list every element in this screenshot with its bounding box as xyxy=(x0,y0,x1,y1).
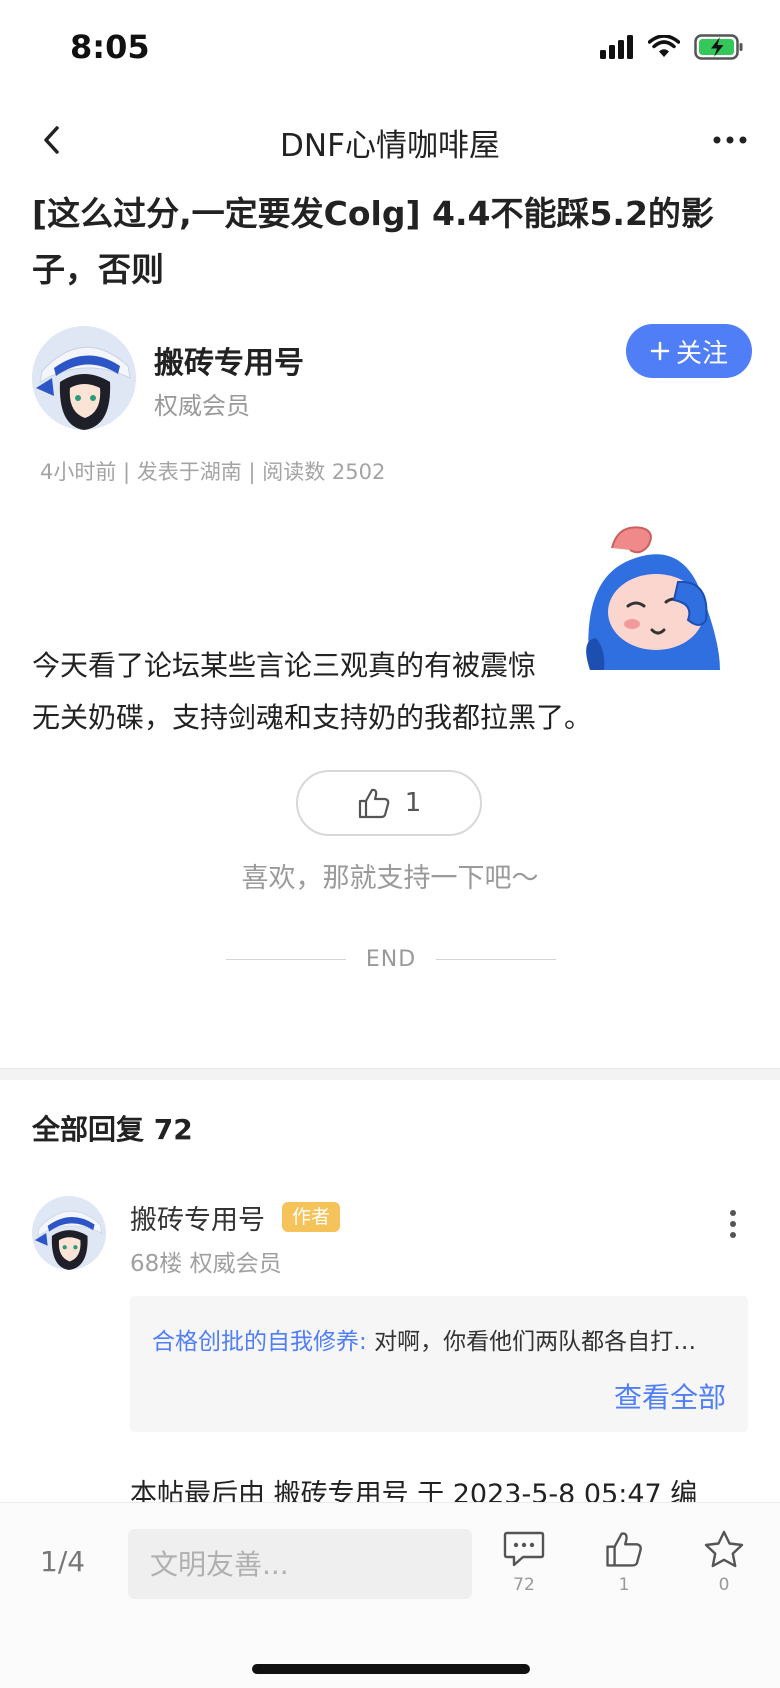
page-title: DNF心情咖啡屋 xyxy=(280,128,500,164)
post-body-line-2: 无关奶碟，支持剑魂和支持奶的我都拉黑了。 xyxy=(32,701,593,734)
quote-user[interactable]: 合格创批的自我修养: xyxy=(152,1329,367,1355)
battery-charging-icon xyxy=(694,34,743,60)
bottom-toolbar: 1/4 72 1 0 xyxy=(0,1502,780,1688)
avatar-illustration xyxy=(32,1196,106,1270)
reply-meta: 68楼 权威会员 xyxy=(130,1251,282,1277)
author-role: 权威会员 xyxy=(154,392,250,420)
wifi-icon xyxy=(648,35,680,57)
author-badge: 作者 xyxy=(282,1202,341,1232)
star-icon xyxy=(704,1530,744,1568)
reply-more-dot xyxy=(730,1221,736,1227)
avatar-illustration xyxy=(32,326,136,430)
comments-count: 72 xyxy=(513,1575,535,1595)
like-count: 1 xyxy=(404,788,422,818)
like-button[interactable]: 1 xyxy=(296,770,482,836)
comment-input[interactable] xyxy=(128,1529,472,1599)
comments-button[interactable]: 72 xyxy=(494,1529,554,1595)
end-divider-right xyxy=(436,958,556,960)
view-all-link[interactable]: 查看全部 xyxy=(614,1376,726,1416)
reply-more-dot xyxy=(730,1210,736,1216)
end-label: END xyxy=(365,946,417,972)
end-marker: END xyxy=(226,944,556,974)
follow-button[interactable]: 关注 xyxy=(626,324,752,378)
author-avatar[interactable] xyxy=(32,326,136,430)
thumbs-up-icon xyxy=(606,1532,642,1567)
status-time: 8:05 xyxy=(70,28,150,66)
quote-text: 对啊，你看他们两队都各自打… xyxy=(374,1329,697,1355)
end-divider-left xyxy=(226,958,346,960)
reply-item: 搬砖专用号 作者 68楼 权威会员 合格创批的自我修养: 对啊，你看他们两队都各… xyxy=(32,1196,748,1496)
post-body: 今天看了论坛某些言论三观真的有被震惊 无关奶碟，支持剑魂和支持奶的我都拉黑了。 xyxy=(32,640,752,744)
nav-bar: DNF心情咖啡屋 xyxy=(0,100,780,180)
comment-icon xyxy=(503,1531,545,1567)
favorite-button[interactable]: 0 xyxy=(694,1529,754,1595)
likes-count: 1 xyxy=(618,1575,630,1595)
section-divider xyxy=(0,1068,780,1080)
more-dots-icon xyxy=(713,136,747,144)
status-icons xyxy=(600,34,744,60)
replies-heading-label: 全部回复 xyxy=(32,1113,145,1146)
reply-more-button[interactable] xyxy=(718,1204,748,1244)
page-indicator[interactable]: 1/4 xyxy=(40,1545,85,1578)
more-options-button[interactable] xyxy=(708,118,752,162)
replies-count: 72 xyxy=(153,1113,193,1146)
post-title: [这么过分,一定要发Colg] 4.4不能踩5.2的影子，否则 xyxy=(32,194,714,289)
like-hint: 喜欢，那就支持一下吧～ xyxy=(241,863,539,894)
like-post-button[interactable]: 1 xyxy=(594,1529,654,1595)
post-body-line-1: 今天看了论坛某些言论三观真的有被震惊 xyxy=(32,649,537,682)
follow-label: 关注 xyxy=(675,338,728,369)
reply-more-dot xyxy=(730,1232,736,1238)
status-bar: 8:05 xyxy=(0,0,780,100)
post-meta: 4小时前 | 发表于湖南 | 阅读数 2502 xyxy=(40,460,386,484)
author-row: 搬砖专用号 权威会员 关注 xyxy=(32,324,752,434)
author-name[interactable]: 搬砖专用号 xyxy=(154,338,304,382)
reply-avatar[interactable] xyxy=(32,1196,106,1270)
thumbs-up-icon xyxy=(358,788,390,819)
home-indicator xyxy=(252,1664,530,1674)
quote-line: 合格创批的自我修养: 对啊，你看他们两队都各自打… xyxy=(152,1322,732,1356)
replies-heading: 全部回复 72 xyxy=(32,1108,193,1148)
signal-icon xyxy=(600,35,633,59)
quoted-reply[interactable]: 合格创批的自我修养: 对啊，你看他们两队都各自打… 查看全部 xyxy=(130,1296,748,1432)
favorites-count: 0 xyxy=(718,1575,730,1595)
reply-author-name[interactable]: 搬砖专用号 xyxy=(130,1198,265,1237)
plus-icon xyxy=(650,341,670,361)
